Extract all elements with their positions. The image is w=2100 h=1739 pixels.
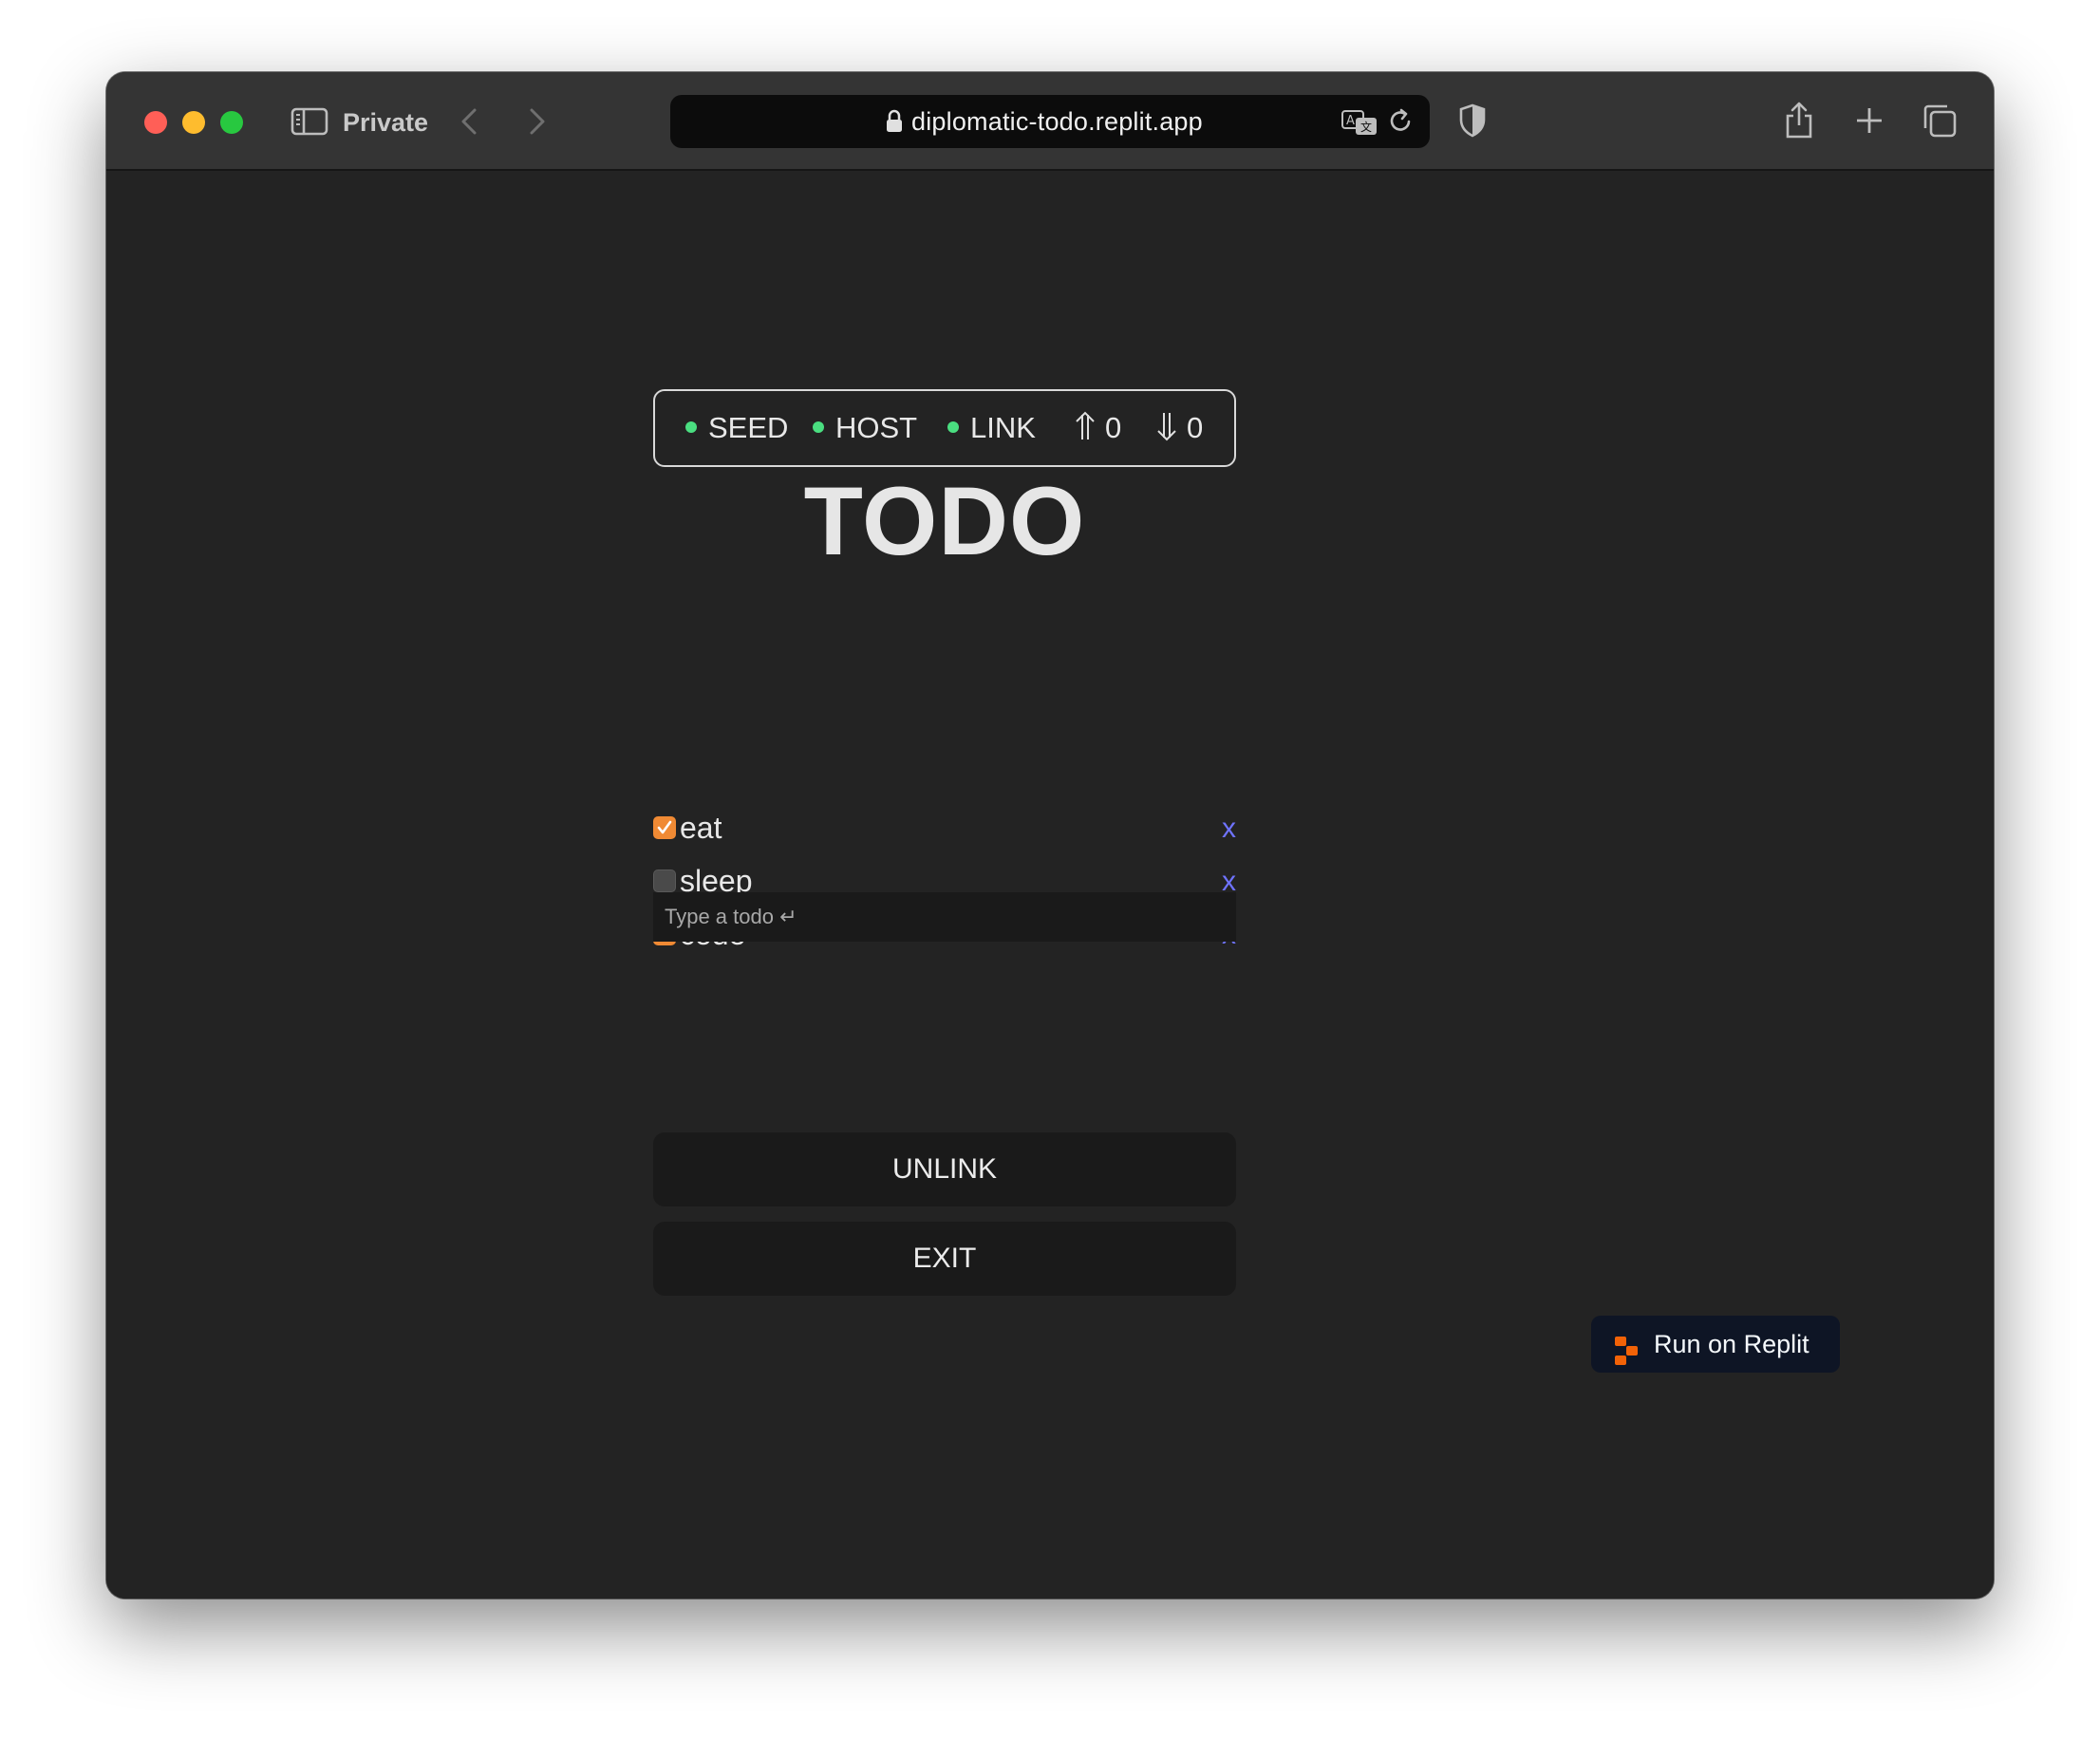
lock-icon xyxy=(885,109,904,134)
tab-overview-icon[interactable] xyxy=(1922,103,1958,139)
host-status-dot xyxy=(813,421,824,433)
reload-icon[interactable] xyxy=(1388,108,1415,137)
translate-icon[interactable]: A文 xyxy=(1341,108,1378,137)
download-arrow-icon xyxy=(1154,410,1179,442)
share-icon[interactable] xyxy=(1783,99,1815,140)
address-bar[interactable]: diplomatic-todo.replit.app A文 xyxy=(670,95,1430,148)
exit-button[interactable]: EXIT xyxy=(653,1222,1236,1296)
svg-text:A: A xyxy=(1346,114,1355,128)
upload-count: 0 xyxy=(1073,410,1121,446)
download-count: 0 xyxy=(1154,410,1203,446)
page-title: TODO xyxy=(803,467,1086,575)
todo-checkbox[interactable] xyxy=(653,816,676,839)
todo-text: eat xyxy=(680,811,722,845)
sidebar-toggle-icon[interactable] xyxy=(291,106,328,137)
seed-status: SEED xyxy=(685,410,788,446)
run-on-replit-button[interactable]: Run on Replit xyxy=(1591,1316,1840,1373)
todo-checkbox[interactable] xyxy=(653,870,676,892)
forward-arrow-icon[interactable] xyxy=(526,104,549,139)
host-status: HOST xyxy=(813,410,917,446)
minimize-window-button[interactable] xyxy=(182,111,205,134)
svg-text:文: 文 xyxy=(1360,120,1372,134)
back-arrow-icon[interactable] xyxy=(458,104,480,139)
upload-arrow-icon xyxy=(1073,410,1097,442)
zoom-window-button[interactable] xyxy=(220,111,243,134)
browser-toolbar: Private diplomatic-todo.replit.app A文 xyxy=(106,72,1994,171)
connection-status-bar: SEED HOST LINK 0 0 xyxy=(653,389,1236,467)
new-tab-icon[interactable] xyxy=(1853,104,1885,137)
link-status-dot xyxy=(947,421,959,433)
privacy-shield-icon[interactable] xyxy=(1458,103,1487,139)
seed-status-dot xyxy=(685,421,697,433)
close-window-button[interactable] xyxy=(144,111,167,134)
link-status: LINK xyxy=(947,410,1036,446)
replit-logo-icon xyxy=(1614,1329,1639,1365)
url-text: diplomatic-todo.replit.app xyxy=(911,107,1203,136)
remove-todo-button[interactable]: x xyxy=(1222,811,1236,847)
run-on-replit-label: Run on Replit xyxy=(1654,1330,1809,1358)
new-todo-input[interactable] xyxy=(653,892,1236,942)
todo-item: eat x xyxy=(653,807,1236,851)
private-mode-label: Private xyxy=(343,108,429,137)
unlink-button[interactable]: UNLINK xyxy=(653,1132,1236,1206)
